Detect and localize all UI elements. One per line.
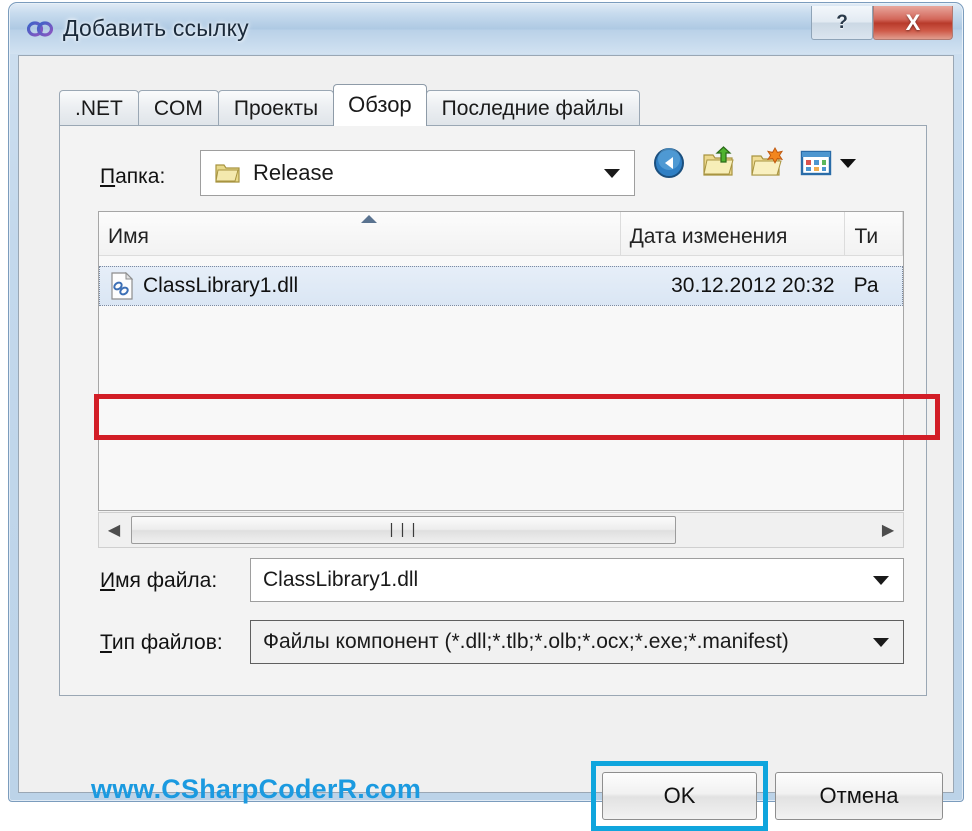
filename-value: ClassLibrary1.dll [263, 568, 419, 591]
tab-browse[interactable]: Обзор [333, 84, 427, 126]
filetype-label: Тип файлов: [100, 631, 223, 655]
help-button[interactable]: ? [811, 6, 873, 40]
folder-value: Release [253, 160, 334, 185]
file-list[interactable]: Имя Дата изменения Ти ClassLibrary1.dll … [98, 211, 904, 511]
column-header-type-label: Ти [854, 225, 879, 248]
folder-label-rest: апка: [115, 165, 166, 188]
ok-button[interactable]: OK [602, 772, 757, 820]
dialog-window: Добавить ссылку ? X .NET COM Проекты Обз… [8, 2, 964, 831]
folder-icon [214, 160, 241, 186]
back-icon[interactable] [652, 146, 686, 180]
scrollbar-track[interactable]: ||| [129, 513, 873, 547]
dll-file-icon [109, 271, 135, 300]
close-button[interactable]: X [873, 6, 953, 40]
column-header-date-label: Дата изменения [629, 225, 788, 248]
file-date-cell: 30.12.2012 20:32 [671, 274, 835, 297]
scrollbar-grip: ||| [386, 521, 420, 539]
watermark: www.CSharpCoderR.com [91, 774, 422, 804]
chevron-down-icon[interactable] [873, 638, 889, 647]
list-header: Имя Дата изменения Ти [99, 212, 903, 256]
table-row[interactable]: ClassLibrary1.dll 30.12.2012 20:32 Ра [99, 266, 903, 306]
link-infinity-icon [26, 18, 54, 40]
tab-recent[interactable]: Последние файлы [425, 90, 640, 126]
browse-toolbar [652, 146, 856, 180]
filetype-label-accel: Т [100, 631, 112, 654]
column-header-date[interactable]: Дата изменения [621, 212, 846, 255]
title-bar: Добавить ссылку ? X [10, 4, 962, 54]
sort-ascending-icon [361, 215, 377, 223]
tab-net[interactable]: .NET [59, 90, 139, 126]
filename-label-rest: мя файла: [115, 569, 218, 592]
views-icon[interactable] [799, 146, 833, 180]
folder-label: Папка: [100, 165, 165, 189]
folder-combobox[interactable]: Release [200, 150, 635, 196]
window-title: Добавить ссылку [63, 15, 249, 41]
filename-label-accel: И [100, 569, 116, 592]
column-header-name[interactable]: Имя [99, 212, 621, 255]
filename-input[interactable]: ClassLibrary1.dll [250, 558, 904, 602]
tab-com[interactable]: COM [137, 90, 219, 126]
filetype-value: Файлы компонент (*.dll;*.tlb;*.olb;*.ocx… [263, 630, 789, 653]
cancel-button[interactable]: Отмена [775, 772, 943, 820]
file-name-cell: ClassLibrary1.dll [100, 267, 620, 305]
column-header-name-label: Имя [108, 225, 149, 248]
up-folder-icon[interactable] [701, 146, 735, 180]
chevron-down-icon[interactable] [604, 169, 620, 178]
tab-strip: .NET COM Проекты Обзор Последние файлы [59, 84, 640, 126]
dialog-body: .NET COM Проекты Обзор Последние файлы П… [18, 55, 954, 831]
horizontal-scrollbar[interactable]: ◀ ||| ▶ [98, 512, 904, 548]
browse-panel: Папка: Release Имя Дата изменения Ти Cla… [59, 125, 940, 696]
file-type-cell: Ра [853, 274, 879, 297]
column-header-type[interactable]: Ти [845, 212, 903, 255]
filetype-label-rest: ип файлов: [111, 631, 223, 654]
scroll-right-icon[interactable]: ▶ [873, 513, 903, 547]
chevron-down-icon[interactable] [840, 158, 856, 168]
new-folder-icon[interactable] [750, 146, 784, 180]
file-name-text: ClassLibrary1.dll [143, 274, 299, 297]
scrollbar-thumb[interactable]: ||| [131, 516, 676, 544]
folder-label-accel: П [100, 165, 116, 188]
chevron-down-icon[interactable] [873, 576, 889, 585]
filetype-combobox[interactable]: Файлы компонент (*.dll;*.tlb;*.olb;*.ocx… [250, 620, 904, 664]
scroll-left-icon[interactable]: ◀ [99, 513, 129, 547]
list-body: ClassLibrary1.dll 30.12.2012 20:32 Ра [99, 256, 903, 510]
filename-label: Имя файла: [100, 569, 217, 593]
tab-projects[interactable]: Проекты [217, 90, 335, 126]
